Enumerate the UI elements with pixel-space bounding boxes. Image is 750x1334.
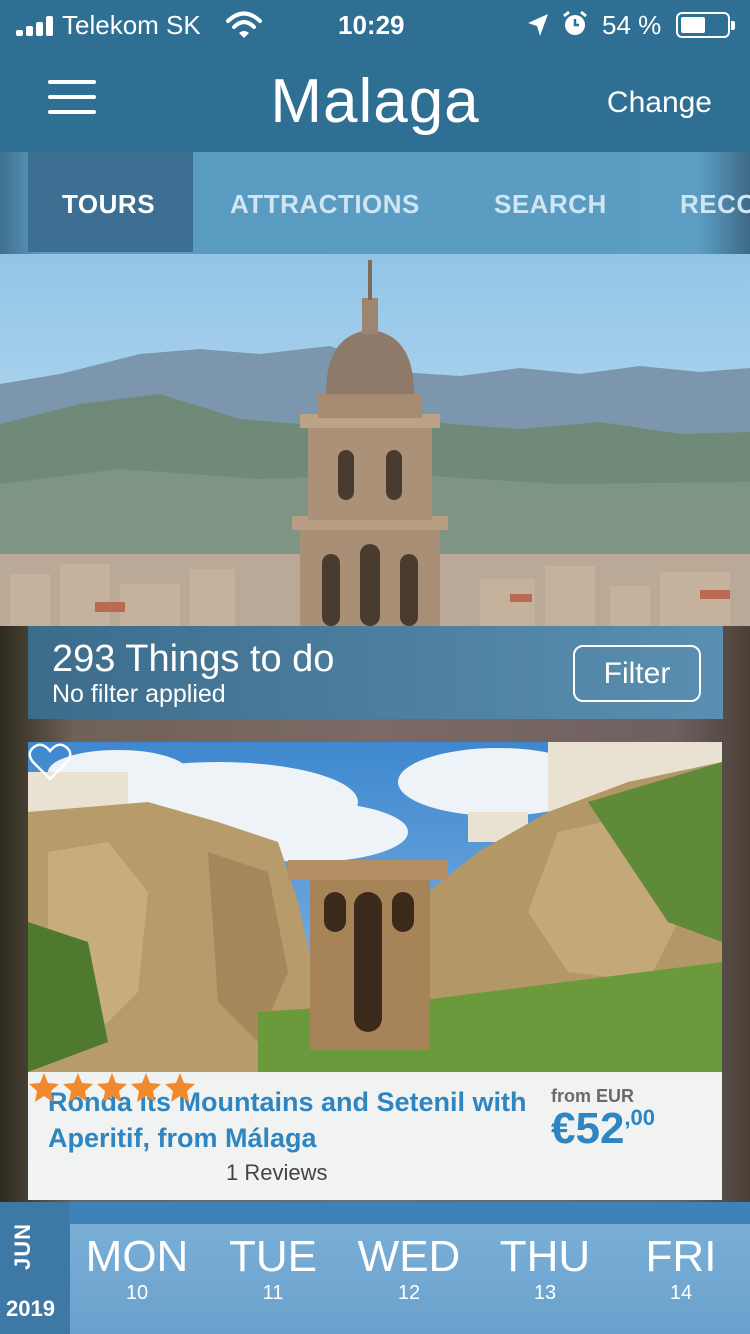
review-count[interactable]: 1 Reviews [226, 1160, 327, 1186]
clock-time: 10:29 [338, 10, 405, 40]
tab-recommended[interactable]: RECO [680, 152, 750, 252]
tab-attractions[interactable]: ATTRACTIONS [230, 152, 420, 252]
day-name: TUE [229, 1232, 317, 1281]
day-date: 12 [397, 1282, 421, 1304]
day-date: 14 [669, 1282, 693, 1304]
day-tue[interactable]: TUE 11 [208, 1232, 338, 1304]
alarm-icon [563, 10, 587, 35]
favorite-heart-icon[interactable] [28, 742, 72, 782]
star-icon [131, 1073, 161, 1102]
day-name: FRI [645, 1232, 717, 1281]
price-main: €52 [551, 1104, 625, 1153]
battery-icon [676, 12, 735, 38]
date-selector: JUN 2019 MON 10 TUE 11 WED 12 THU 13 FRI… [0, 1202, 750, 1334]
day-thu[interactable]: THU 13 [480, 1232, 610, 1304]
year-label: 2019 [6, 1296, 55, 1321]
battery-percent: 54 % [602, 10, 662, 40]
filter-status: No filter applied [52, 680, 226, 708]
tab-search[interactable]: SEARCH [494, 152, 607, 252]
price-cents: ,00 [624, 1105, 656, 1130]
tab-tours[interactable]: TOURS [28, 152, 193, 252]
day-name: THU [499, 1232, 591, 1281]
star-icon [165, 1073, 195, 1102]
day-name: MON [85, 1232, 189, 1281]
category-tabs: TOURS ATTRACTIONS SEARCH RECO [0, 152, 750, 254]
rating-stars [29, 1073, 195, 1102]
day-date: 11 [262, 1282, 284, 1304]
tour-info-panel: Ronda its Mountains and Setenil with Ape… [28, 1072, 722, 1200]
wifi-icon [226, 11, 262, 38]
month-year-column: JUN 2019 [0, 1202, 70, 1334]
month-label: JUN [10, 1222, 35, 1270]
star-icon [97, 1073, 127, 1102]
status-bar: Telekom SK 10:29 54 % [0, 0, 750, 52]
day-date: 10 [125, 1282, 149, 1304]
top-bar: Telekom SK 10:29 54 % Malaga Change [0, 0, 750, 152]
day-fri[interactable]: FRI 14 [616, 1232, 746, 1304]
star-icon [63, 1073, 93, 1102]
tour-price: €52,00 [551, 1104, 655, 1154]
results-summary: 293 Things to do No filter applied Filte… [28, 626, 723, 719]
day-name: WED [357, 1232, 461, 1281]
location-arrow-icon [528, 14, 548, 36]
carrier-name: Telekom SK [62, 10, 201, 40]
day-mon[interactable]: MON 10 [72, 1232, 202, 1304]
tour-card[interactable]: Ronda its Mountains and Setenil with Ape… [28, 742, 722, 1200]
day-strip: MON 10 TUE 11 WED 12 THU 13 FRI 14 [70, 1224, 750, 1334]
day-date: 13 [533, 1282, 557, 1304]
cellular-signal-icon [16, 16, 56, 36]
city-hero-image [0, 254, 750, 626]
change-city-button[interactable]: Change [607, 86, 712, 120]
results-count: 293 Things to do [52, 638, 335, 680]
star-icon [29, 1073, 59, 1102]
day-wed[interactable]: WED 12 [344, 1232, 474, 1304]
filter-button[interactable]: Filter [573, 645, 701, 702]
app-header: Malaga Change [0, 52, 750, 152]
